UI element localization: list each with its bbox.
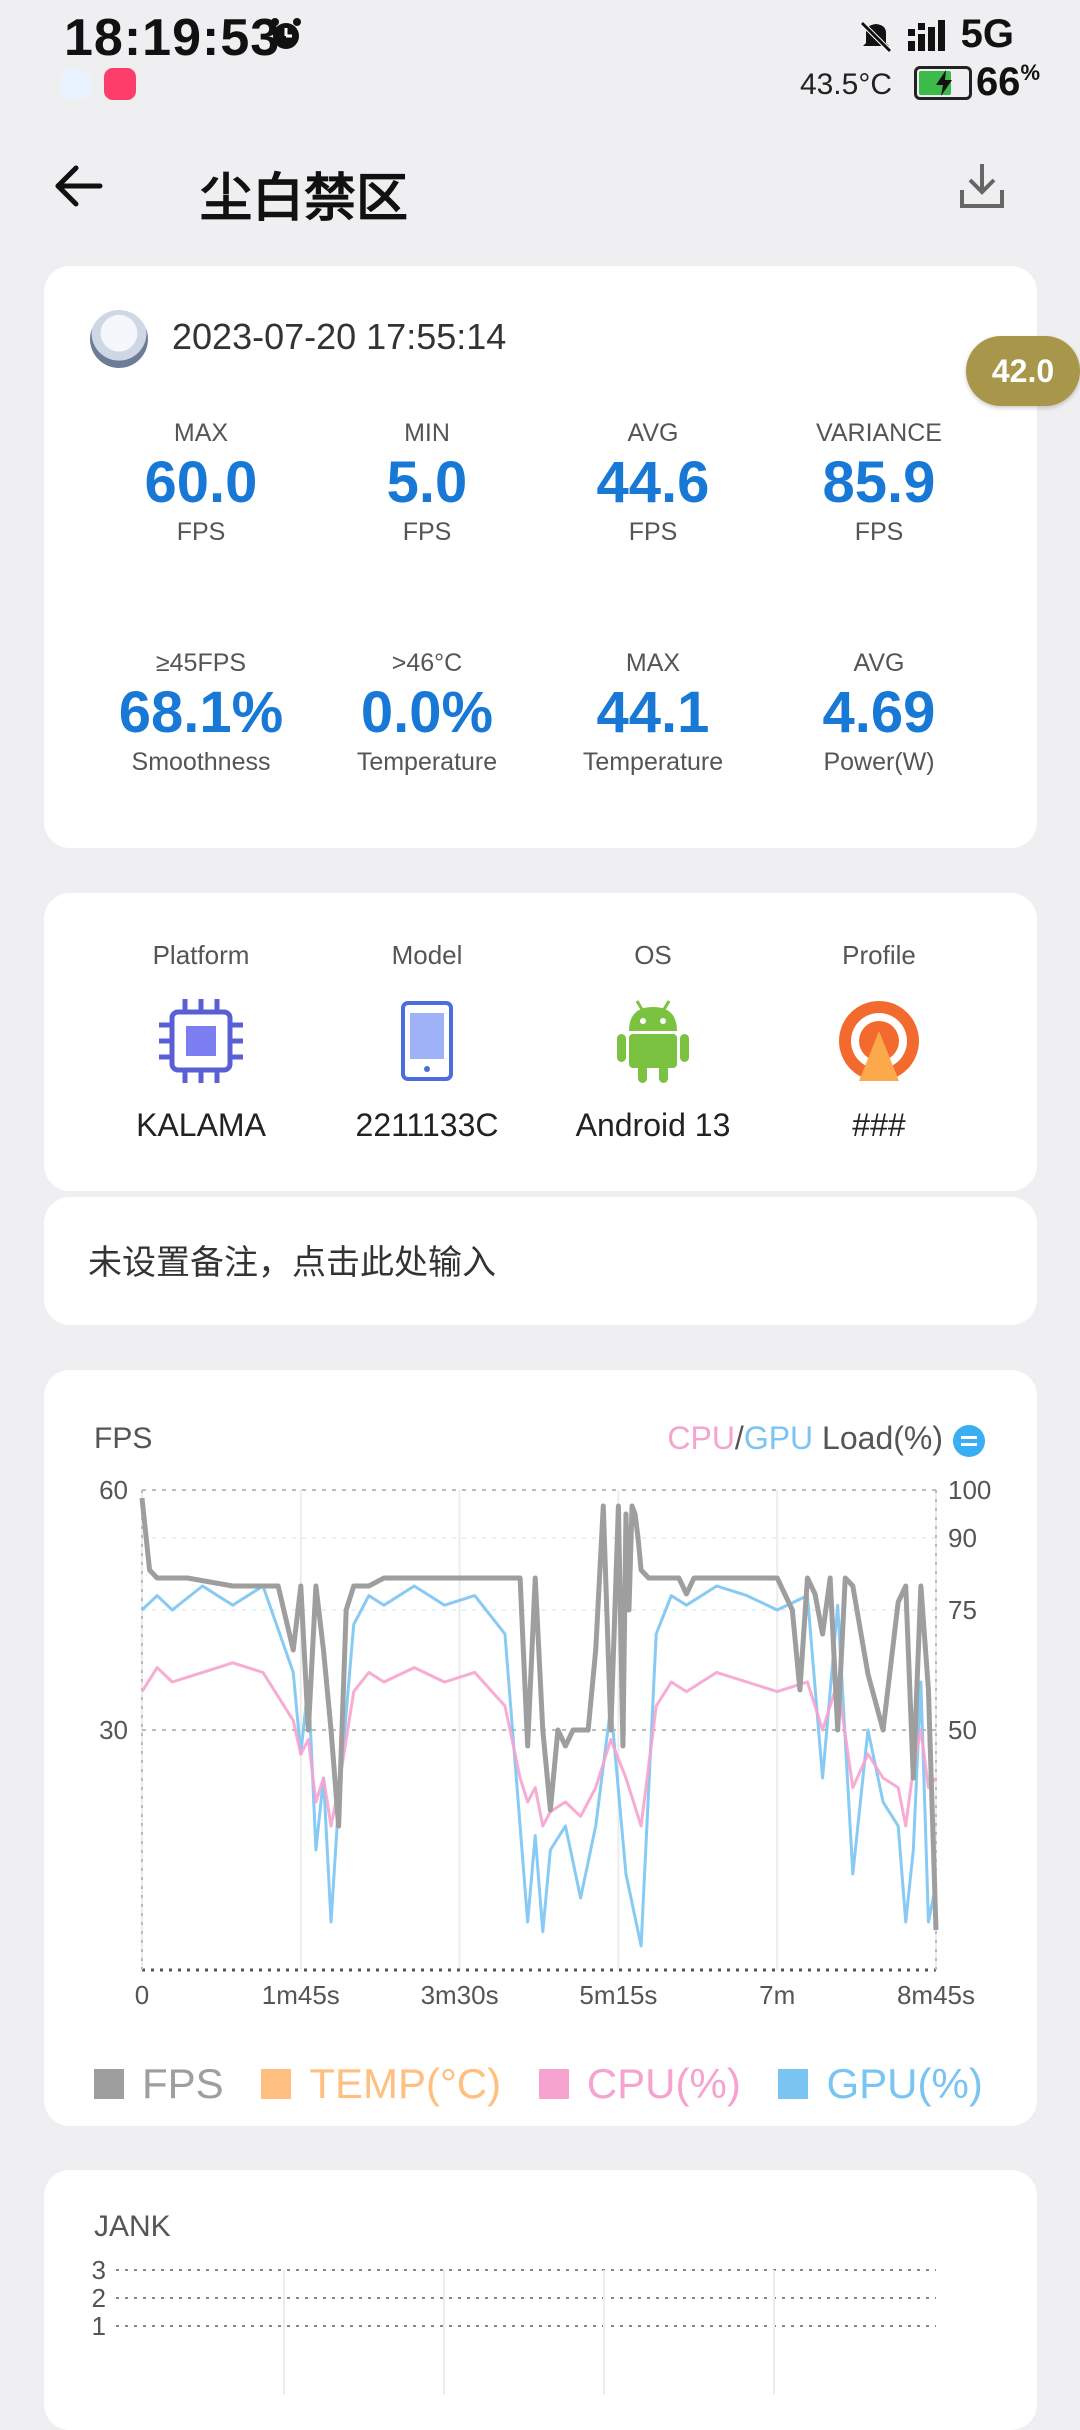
- device-platform: Platform KALAMA: [136, 940, 266, 1143]
- x-tick-label: 0: [135, 1980, 149, 2010]
- chart-title: FPS: [94, 1422, 153, 1455]
- y-right-tick-label: 50: [948, 1715, 977, 1745]
- jank-chart-title: JANK: [94, 2210, 171, 2243]
- jank-chart-card: JANK 321: [44, 2170, 1037, 2430]
- alarm-icon: [271, 18, 301, 49]
- stat-avg-fps: AVG 44.6 FPS: [596, 419, 710, 546]
- download-icon[interactable]: [958, 160, 1006, 212]
- notification-app-icon: [60, 68, 92, 100]
- x-tick-label: 1m45s: [262, 1980, 340, 2010]
- jank-y-tick-label: 2: [92, 2283, 106, 2313]
- legend-gpu[interactable]: GPU(%): [778, 2060, 983, 2107]
- y-right-tick-label: 100: [948, 1475, 991, 1505]
- android-icon: [617, 1000, 689, 1083]
- summary-card: 2023-07-20 17:55:14 MAX 60.0 FPS MIN 5.0 FPS…: [44, 266, 1037, 848]
- stat-over-temp: >46°C 0.0% Temperature: [356, 649, 498, 776]
- network-type: 5G: [960, 12, 1014, 56]
- y-right-tick-label: 75: [948, 1595, 977, 1625]
- session-datetime: 2023-07-20 17:55:14: [172, 316, 507, 357]
- profile-icon: [839, 1001, 919, 1081]
- y-right-tick-label: 90: [948, 1523, 977, 1553]
- jank-y-tick-label: 3: [92, 2260, 106, 2285]
- y-left-tick-label: 30: [99, 1715, 128, 1745]
- device-profile[interactable]: Profile ###: [766, 937, 992, 1144]
- x-tick-label: 7m: [759, 1980, 795, 2010]
- mute-icon: [860, 21, 893, 54]
- x-tick-label: 8m45s: [897, 1980, 975, 2010]
- chart-legend: FPS TEMP(°C) CPU(%) GPU(%): [94, 2060, 1009, 2108]
- x-tick-label: 5m15s: [579, 1980, 657, 2010]
- page-title: 尘白禁区: [200, 169, 409, 229]
- fps-chart-card: FPS CPU/GPU Load(%) 0 1m45s 3m30s 5m15s 7m 8m…: [44, 1370, 1037, 2126]
- device-model: Model 2211133C: [355, 940, 499, 1143]
- avatar: [90, 310, 148, 368]
- y-left-tick-label: 60: [99, 1475, 128, 1505]
- clock: 18:19:53: [64, 9, 281, 67]
- battery-icon: [914, 66, 972, 100]
- load-toggle[interactable]: CPU/GPU Load(%): [667, 1420, 985, 1457]
- jank-bar-chart: 321: [92, 2260, 936, 2394]
- status-bar: 18:19:53 5G 43.5°C 66%: [0, 0, 1080, 120]
- notification-heart-icon: [104, 68, 136, 100]
- fps-line-chart: 0 1m45s 3m30s 5m15s 7m 8m45s 60 30 100 90 75 50: [99, 1475, 991, 2010]
- swap-icon[interactable]: [953, 1424, 985, 1457]
- stat-variance-fps: VARIANCE 85.9 FPS: [816, 419, 942, 546]
- phone-icon: [401, 1001, 453, 1081]
- x-tick-label: 3m30s: [421, 1980, 499, 2010]
- note-card[interactable]: 未设置备注，点击此处输入: [44, 1197, 1037, 1325]
- device-os: OS Android 13: [575, 940, 731, 1143]
- stat-avg-power: AVG 4.69 Power(W): [822, 649, 936, 776]
- signal-status: 5G: [858, 12, 1014, 57]
- back-arrow-icon[interactable]: [52, 160, 104, 212]
- signal-icon: [907, 20, 945, 52]
- stat-max-fps: MAX 60.0 FPS: [144, 419, 258, 546]
- floating-fps-badge[interactable]: 42.0: [966, 336, 1080, 406]
- stat-max-temp: MAX 44.1 Temperature: [582, 649, 724, 776]
- legend-cpu[interactable]: CPU(%): [538, 2060, 741, 2107]
- device-info-card: Platform KALAMA Model 2211133C OS Androi…: [44, 893, 1037, 1191]
- legend-fps[interactable]: FPS: [94, 2060, 224, 2107]
- stat-min-fps: MIN 5.0 FPS: [386, 419, 468, 546]
- battery-percent: 66%: [975, 60, 1040, 104]
- stat-smoothness: ≥45FPS 68.1% Smoothness: [118, 649, 284, 776]
- note-input[interactable]: 未设置备注，点击此处输入: [88, 1235, 496, 1284]
- legend-temp[interactable]: TEMP(°C): [261, 2060, 501, 2107]
- chip-icon: [159, 999, 243, 1083]
- jank-y-tick-label: 1: [92, 2311, 106, 2341]
- device-temperature: 43.5°C: [799, 68, 892, 101]
